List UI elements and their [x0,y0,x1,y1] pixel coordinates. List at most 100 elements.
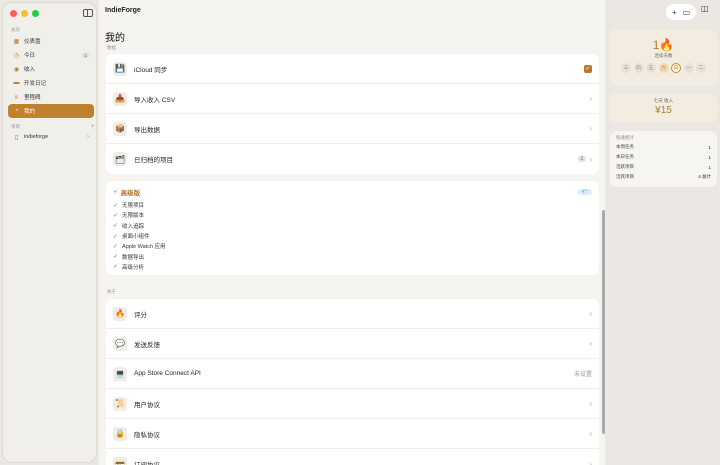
main-content: IndieForge 我的 数据 💾 iCloud 同步 ✓ 📥 导入收入 CSV › 📦 导… [99,0,605,465]
box-icon: 📦 [113,121,127,136]
stat-value: 4 总计 [698,174,711,179]
premium-feature: ✓ 高级分析 [113,262,592,272]
premium-title: 高级版 [120,190,141,197]
row-accessory: › [589,399,592,408]
chevron-right-icon: › [589,124,592,133]
sidebar-projects: ▯ indieforge › [8,130,94,144]
about-row-label: 评分 [134,311,147,319]
about-row[interactable]: 🔒 隐私协议 › [106,419,599,449]
chat-icon: 💬 [113,336,127,351]
streak-value: 1🔥 [652,38,675,52]
checkmark-icon: ✓ [113,243,119,250]
section-data-label: 数据 [107,45,116,50]
archive-icon: 🗂 [113,152,127,166]
stat-row: 本日任务 1 [616,152,711,162]
row-accessory: › [589,124,592,133]
settings-row-label: 已归档的项目 [134,157,173,164]
row-accessory: › [589,429,592,438]
sidebar-item[interactable]: ♕ 里程碑 [8,90,94,104]
streak-day: 三 [621,63,631,73]
import-icon: 📥 [113,91,127,106]
person-icon: ◔ [14,108,19,114]
sidebar-toggle-icon[interactable] [83,9,93,17]
sidebar-nav: ▦ 仪表盘 ◷ 今日 1 ◉ 收入 ▬ 开发日记 ♕ 里程碑 ◔ 我的 [8,34,94,118]
premium-feature: ✓ 收入追踪 [113,221,592,231]
streak-day: 日 [671,63,681,73]
about-row-label: 隐私协议 [134,431,160,439]
streak-day: 四 [633,63,644,73]
checkmark-icon: ✓ [113,212,119,219]
settings-row[interactable]: 💾 iCloud 同步 ✓ [106,54,599,84]
minimize-window-button[interactable] [21,10,28,17]
stat-label: 本日任务 [616,154,634,159]
sidebar-item[interactable]: ◔ 我的 [8,104,94,118]
premium-feature: ✓ 桌面小组件 [113,231,592,241]
checkmark-icon: ✓ [113,202,119,209]
about-row[interactable]: 📜 用户协议 › [106,389,599,419]
project-icon: ▯ [14,134,19,141]
chevron-right-icon: › [589,339,592,348]
checkmark-icon: ✓ [113,223,119,230]
stat-row: 活跃项目 1 [616,162,711,172]
premium-feature-label: 桌面小组件 [122,234,150,241]
row-accessory: › [589,339,592,348]
row-accessory: 未设置 [574,369,592,378]
stat-label: 活跃项目 [616,174,634,179]
premium-badge: 💎 [577,189,592,195]
settings-row-label: 导出数据 [134,126,160,134]
premium-feature-label: 无限版本 [122,213,145,220]
stat-value: 1 [708,154,711,160]
about-row[interactable]: 🔥 评分 › [106,299,599,329]
about-card: 🔥 评分 › 💬 发送反馈 › 💻 App Store Connect API 未设置 📜 用户协议… [106,299,599,465]
settings-row[interactable]: 🗂 已归档的项目 1 › [106,144,599,174]
app-title: IndieForge [105,7,141,14]
streak-day: 二 [696,63,706,73]
row-accessory: 1 › [577,155,592,164]
about-row[interactable]: 💬 发送反馈 › [106,329,599,359]
checkmark-icon: ✓ [113,264,119,271]
bolt-icon: ⚡ [113,189,118,196]
settings-row-label: iCloud 同步 [134,66,168,74]
premium-features: ✓ 无限项目 ✓ 无限版本 ✓ 收入追踪 ✓ 桌面小组件 ✓ Apple Watch 应用 ✓ 数据导… [113,200,592,272]
stat-value: 1 [708,164,711,170]
sidebar-item[interactable]: ◉ 收入 [8,62,94,76]
add-icon[interactable]: + [672,8,677,17]
folder-icon[interactable]: ▭ [683,8,691,17]
settings-row[interactable]: 📥 导入收入 CSV › [106,84,599,114]
sidebar-item[interactable]: ▦ 仪表盘 [8,34,94,48]
streak-card: 1🔥 连续天数 三四五六日一二 [610,29,717,86]
about-row[interactable]: 💻 App Store Connect API 未设置 [106,359,599,389]
chevron-right-icon: › [589,429,592,438]
lock-icon: 🔒 [113,426,127,441]
stat-row: 活跃项目 4 总计 [616,172,711,182]
premium-feature: ✓ Apple Watch 应用 [113,241,592,251]
sidebar: 总览 ▦ 仪表盘 ◷ 今日 1 ◉ 收入 ▬ 开发日记 ♕ 里程碑 ◔ 我的 项目 + ▯ indiefo… [2,2,97,463]
dashboard-icon: ▦ [13,38,20,45]
about-row-label: 订阅协议 [134,459,160,465]
trophy-icon: ♕ [13,94,20,101]
about-row-label: 用户协议 [134,401,160,409]
settings-row-label: 导入收入 CSV [134,96,176,104]
sidebar-project-item[interactable]: ▯ indieforge › [8,130,94,144]
stat-label: 本周任务 [616,144,634,149]
zoom-window-button[interactable] [32,10,39,17]
inspector-toggle-icon[interactable]: ◫ [701,4,709,13]
about-row[interactable]: 💳 订阅协议 › [106,449,599,465]
sidebar-item-label: 收入 [24,67,36,73]
document-icon: 📜 [113,396,127,411]
premium-feature-label: Apple Watch 应用 [122,244,166,251]
close-window-button[interactable] [10,10,17,17]
fire-icon: 🔥 [113,306,127,321]
archived-count-badge: 1 [577,156,587,162]
streak-day: 六 [658,63,669,73]
stat-row: 本周任务 1 [616,142,711,152]
sidebar-item[interactable]: ◷ 今日 1 [8,48,94,62]
checkmark-icon: ✓ [113,233,119,240]
stat-value: 1 [708,144,711,150]
icloud-sync-checkbox[interactable]: ✓ [584,64,592,73]
income-label: 七天 收入 [653,98,674,103]
row-accessory: › [589,460,592,465]
sidebar-item[interactable]: ▬ 开发日记 [8,76,94,90]
premium-feature-label: 无限项目 [122,203,145,210]
settings-row[interactable]: 📦 导出数据 › [106,114,599,144]
